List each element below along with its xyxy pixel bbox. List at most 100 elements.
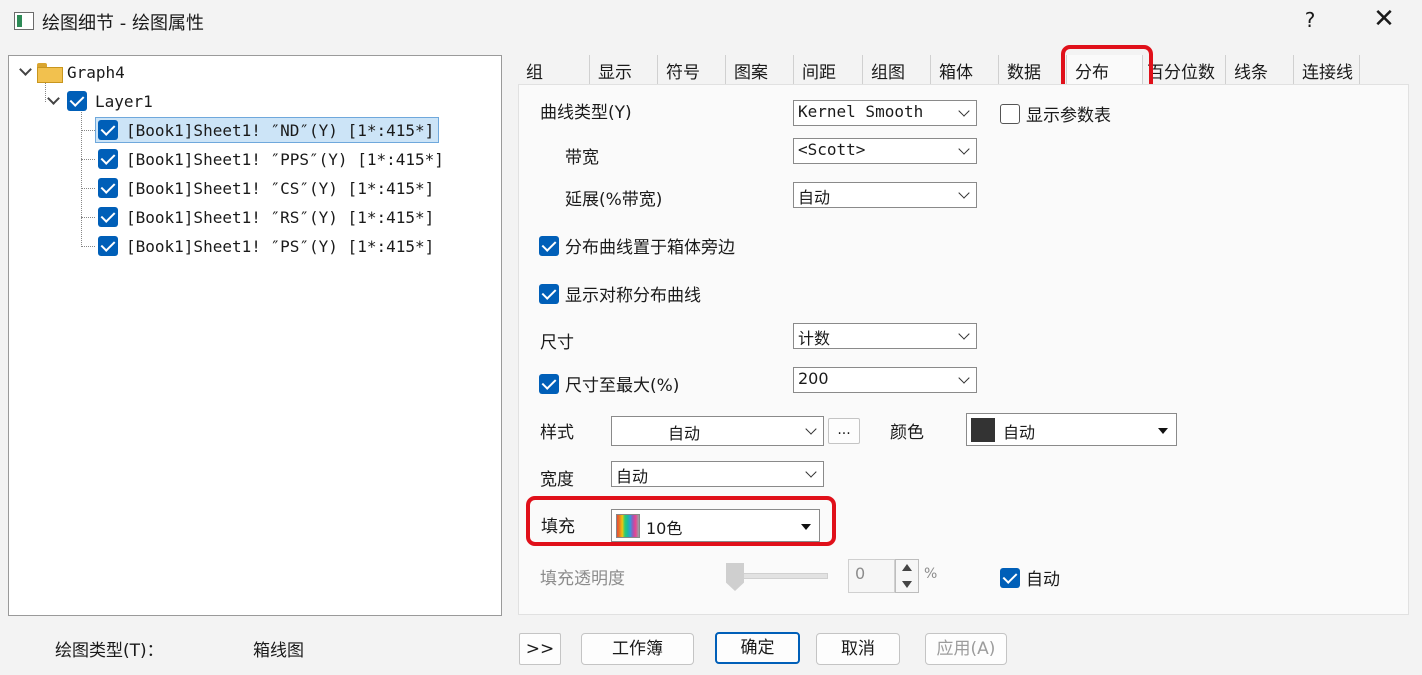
size-max-option[interactable]: 尺寸至最大(%) [539,371,679,396]
arrow-up-icon[interactable] [902,564,912,571]
transparency-input[interactable]: 0 [848,559,895,593]
plot-checkbox[interactable] [98,120,118,140]
close-button[interactable]: ✕ [1370,4,1398,34]
curve-type-value: Kernel Smooth [798,102,924,121]
bandwidth-select[interactable]: <Scott> [793,138,977,164]
expand-button[interactable]: >> [519,633,561,665]
color-select[interactable]: 自动 [966,413,1177,446]
tab-connect-line[interactable]: 连接线 [1294,55,1360,84]
beside-box-checkbox[interactable] [539,235,559,256]
chevron-down-icon[interactable] [47,94,61,108]
plot-checkbox[interactable] [98,149,118,169]
tab-spacing[interactable]: 间距 [794,55,863,84]
tree-item-label: [Book1]Sheet1! ″PS″(Y) [1*:415*] [126,236,435,256]
tab-group[interactable]: 组 [518,55,590,84]
width-value: 自动 [616,467,649,486]
beside-box-label: 分布曲线置于箱体旁边 [565,238,735,258]
chevron-down-icon [958,105,970,117]
chevron-down-icon [958,143,970,155]
style-select[interactable]: 自动 [611,416,824,446]
transparency-label: 填充透明度 [540,569,625,589]
show-params-label: 显示参数表 [1026,106,1111,126]
symmetric-option[interactable]: 显示对称分布曲线 [539,281,701,306]
color-swatch [971,418,995,442]
symmetric-label: 显示对称分布曲线 [565,286,701,306]
plot-type-label: 绘图类型(T)： [55,641,164,661]
tree-item-label: [Book1]Sheet1! ″RS″(Y) [1*:415*] [126,207,435,227]
style-more-button[interactable]: ... [828,418,860,444]
auto-transparency-checkbox[interactable] [1000,567,1020,588]
tree-label-graph: Graph4 [67,62,125,82]
extend-label: 延展(%带宽) [565,190,663,210]
style-label: 样式 [540,423,574,443]
plot-type-value: 箱线图 [253,641,304,661]
tab-percentile[interactable]: 百分位数 [1143,55,1226,84]
title-bar: 绘图细节 - 绘图属性 ? ✕ [0,0,1422,44]
plot-checkbox[interactable] [98,178,118,198]
tab-box[interactable]: 箱体 [931,55,999,84]
size-max-select[interactable]: 200 [793,367,977,393]
tree-label-layer: Layer1 [95,91,153,111]
bandwidth-label: 带宽 [565,148,599,168]
size-select[interactable]: 计数 [793,323,977,349]
arrow-down-icon[interactable] [902,581,912,588]
chevron-down-icon [805,466,817,478]
symmetric-checkbox[interactable] [539,283,559,304]
plot-checkbox[interactable] [98,207,118,227]
tab-data[interactable]: 数据 [999,55,1067,84]
show-params-option[interactable]: 显示参数表 [1000,101,1111,126]
color-value: 自动 [1003,423,1036,442]
curve-type-select[interactable]: Kernel Smooth [793,100,977,126]
fill-highlight-box [526,496,836,546]
help-button[interactable]: ? [1300,8,1320,32]
width-select[interactable]: 自动 [611,461,824,487]
tree-item-plot[interactable]: [Book1]Sheet1! ″ND″(Y) [1*:415*] [95,117,440,143]
tree-item-plot[interactable]: [Book1]Sheet1! ″PS″(Y) [1*:415*] [98,233,434,259]
size-label: 尺寸 [540,333,574,353]
chevron-down-icon [958,187,970,199]
width-label: 宽度 [540,470,574,490]
app-icon [14,12,34,30]
color-label: 颜色 [890,423,924,443]
extend-select[interactable]: 自动 [793,182,977,208]
chevron-down-icon [958,372,970,384]
auto-transparency-label: 自动 [1026,570,1060,590]
tab-group-plot[interactable]: 组图 [863,55,931,84]
workbook-button[interactable]: 工作簿 [581,633,694,665]
window-title: 绘图细节 - 绘图属性 [42,13,204,34]
ok-button[interactable]: 确定 [715,632,800,664]
dropdown-arrow-icon [1158,428,1168,434]
tree-node-layer[interactable]: Layer1 [47,88,153,114]
style-value: 自动 [668,424,701,443]
plot-checkbox[interactable] [98,236,118,256]
beside-box-option[interactable]: 分布曲线置于箱体旁边 [539,233,735,258]
tab-symbol[interactable]: 符号 [658,55,726,84]
show-params-checkbox[interactable] [1000,103,1020,124]
percent-label: % [924,566,938,582]
size-value: 计数 [798,329,831,348]
chevron-down-icon [958,328,970,340]
chevron-down-icon [805,423,817,435]
tree-item-plot[interactable]: [Book1]Sheet1! ″PPS″(Y) [1*:415*] [98,146,444,172]
tree-item-label: [Book1]Sheet1! ″PPS″(Y) [1*:415*] [126,149,444,169]
tree-item-label: [Book1]Sheet1! ″ND″(Y) [1*:415*] [126,120,435,140]
size-max-checkbox[interactable] [539,373,559,394]
plot-tree: Graph4 Layer1 [Book1]Sheet1! ″ND″(Y) [1*… [8,55,502,616]
tab-pattern[interactable]: 图案 [726,55,794,84]
layer-checkbox[interactable] [67,91,87,111]
tab-display[interactable]: 显示 [590,55,658,84]
tree-node-graph[interactable]: Graph4 [19,59,125,85]
tree-item-plot[interactable]: [Book1]Sheet1! ″CS″(Y) [1*:415*] [98,175,434,201]
apply-button[interactable]: 应用(A) [925,633,1007,665]
cancel-button[interactable]: 取消 [816,633,900,665]
chevron-down-icon[interactable] [19,65,33,79]
tab-line[interactable]: 线条 [1226,55,1294,84]
transparency-spinner[interactable] [895,559,919,593]
size-max-value: 200 [798,369,829,388]
tree-item-label: [Book1]Sheet1! ″CS″(Y) [1*:415*] [126,178,435,198]
folder-icon [37,63,63,83]
tree-item-plot[interactable]: [Book1]Sheet1! ″RS″(Y) [1*:415*] [98,204,434,230]
bandwidth-value: <Scott> [798,140,866,159]
tab-strip: 组 显示 符号 图案 间距 组图 箱体 数据 分布 百分位数 线条 连接线 [518,55,1360,84]
auto-transparency-option[interactable]: 自动 [1000,565,1060,590]
